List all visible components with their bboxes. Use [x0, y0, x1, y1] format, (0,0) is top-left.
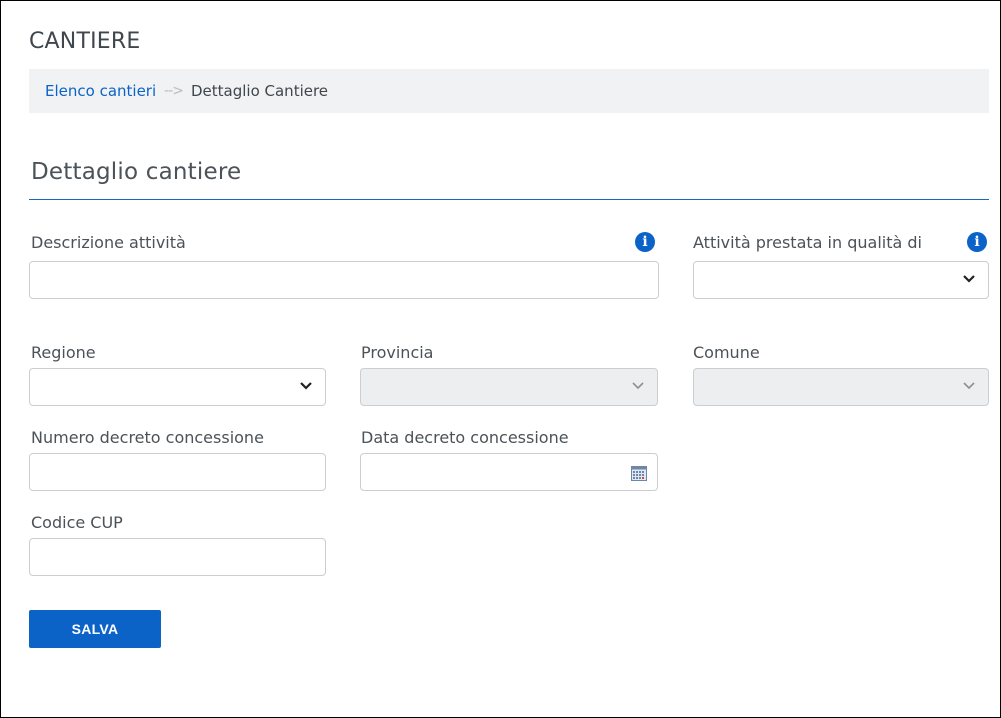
- regione-select[interactable]: [29, 368, 326, 406]
- page-title: CANTIERE: [29, 29, 141, 54]
- codice-cup-input[interactable]: [29, 538, 326, 576]
- save-button[interactable]: SALVA: [29, 610, 161, 648]
- comune-select[interactable]: [693, 368, 989, 406]
- breadcrumb-separator-icon: -->: [164, 83, 184, 99]
- chevron-down-icon: [963, 382, 975, 390]
- info-icon[interactable]: i: [967, 232, 987, 252]
- comune-label: Comune: [693, 343, 760, 362]
- breadcrumb-link-elenco-cantieri[interactable]: Elenco cantieri: [45, 82, 156, 100]
- section-title: Dettaglio cantiere: [31, 159, 242, 185]
- codice-cup-label: Codice CUP: [31, 513, 123, 532]
- descrizione-label: Descrizione attività: [31, 233, 186, 252]
- provincia-select[interactable]: [360, 368, 658, 406]
- section-divider: [29, 199, 989, 200]
- calendar-icon[interactable]: [631, 465, 647, 481]
- descrizione-input[interactable]: [29, 261, 659, 299]
- page-frame: CANTIERE Elenco cantieri --> Dettaglio C…: [0, 0, 1001, 718]
- breadcrumb-current: Dettaglio Cantiere: [190, 82, 329, 100]
- data-decreto-label: Data decreto concessione: [361, 428, 569, 447]
- breadcrumb: Elenco cantieri --> Dettaglio Cantiere: [29, 69, 989, 113]
- qualita-select[interactable]: [693, 261, 989, 299]
- chevron-down-icon: [300, 382, 312, 390]
- provincia-label: Provincia: [361, 343, 434, 362]
- chevron-down-icon: [963, 275, 975, 283]
- info-icon[interactable]: i: [635, 232, 655, 252]
- qualita-label: Attività prestata in qualità di: [693, 233, 922, 252]
- numero-decreto-label: Numero decreto concessione: [31, 428, 264, 447]
- data-decreto-input[interactable]: [360, 453, 658, 491]
- chevron-down-icon: [632, 382, 644, 390]
- regione-label: Regione: [31, 343, 96, 362]
- numero-decreto-input[interactable]: [29, 453, 326, 491]
